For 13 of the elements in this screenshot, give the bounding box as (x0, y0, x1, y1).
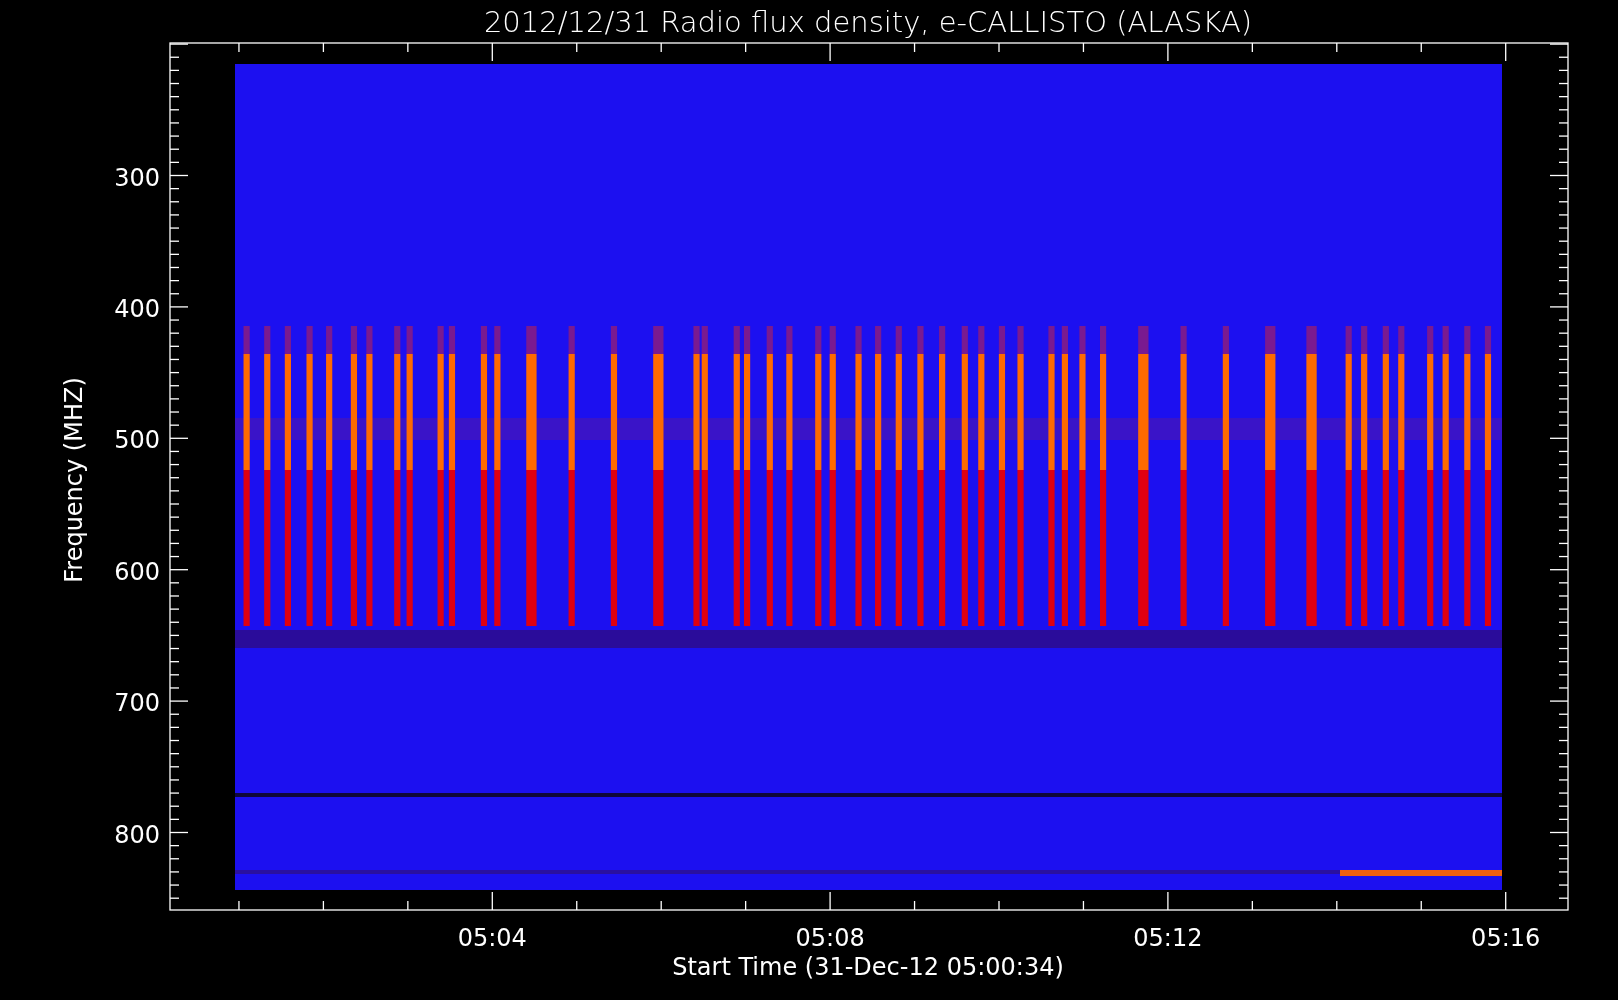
x-axis-label: Start Time (31-Dec-12 05:00:34) (672, 953, 1064, 981)
x-tick-label: 05:04 (457, 924, 527, 952)
y-axis-label: Frequency (MHZ) (60, 377, 88, 583)
y-tick-label: 600 (114, 557, 160, 586)
y-tick-label: 500 (114, 426, 160, 455)
x-tick-label: 05:08 (795, 924, 865, 952)
y-tick-label: 400 (114, 294, 160, 323)
x-tick-label: 05:12 (1133, 924, 1203, 952)
y-tick-label: 800 (114, 820, 160, 849)
y-tick-label: 700 (114, 689, 160, 718)
x-tick-label: 05:16 (1471, 924, 1541, 952)
y-tick-label: 300 (114, 163, 160, 192)
chart-title: 2012/12/31 Radio flux density, e-CALLISTO (ALASKA) (483, 5, 1253, 39)
